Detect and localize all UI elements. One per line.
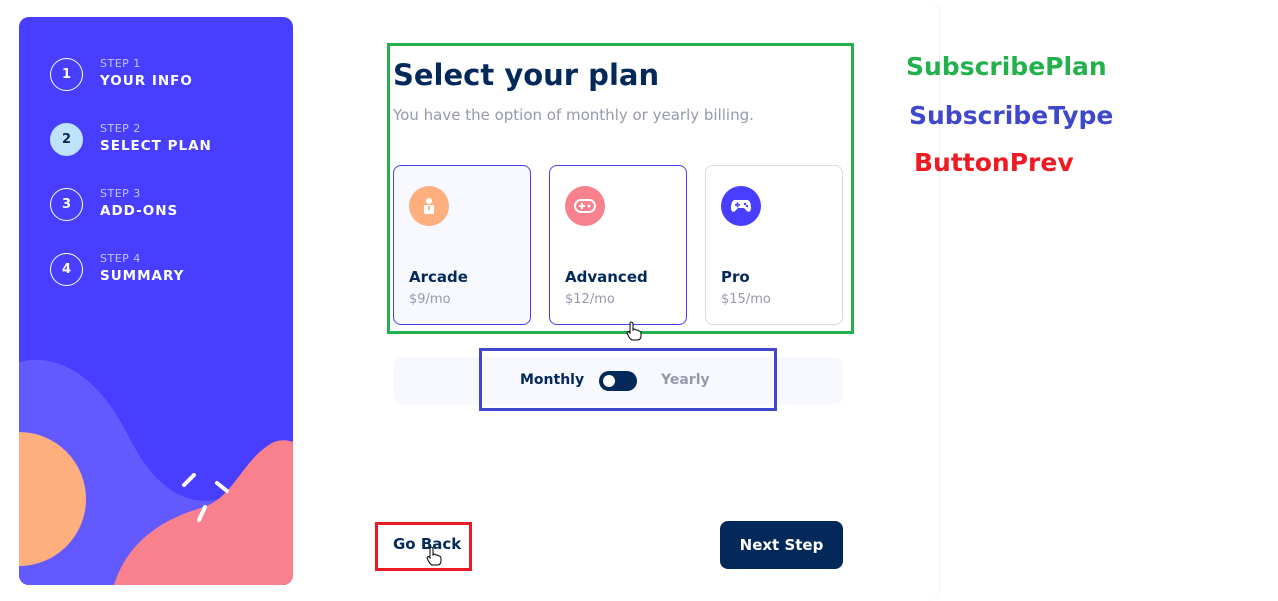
- step-number-badge: 2: [50, 123, 83, 156]
- step-number-badge: 4: [50, 253, 83, 286]
- annotation-label-subscribe-plan: SubscribePlan: [906, 52, 1107, 81]
- hand-cursor-icon: [626, 321, 642, 341]
- step-title: ADD-ONS: [100, 203, 179, 219]
- sidebar-step-2[interactable]: 2 STEP 2 SELECT PLAN: [50, 121, 280, 161]
- sidebar: 1 STEP 1 YOUR INFO 2 STEP 2 SELECT PLAN …: [19, 17, 293, 585]
- annotation-box-button-prev: [375, 522, 472, 571]
- next-step-button[interactable]: Next Step: [720, 521, 843, 569]
- step-number-badge: 3: [50, 188, 83, 221]
- step-number-badge: 1: [50, 58, 83, 91]
- step-sub-label: STEP 4: [100, 252, 141, 265]
- step-sub-label: STEP 2: [100, 122, 141, 135]
- step-sub-label: STEP 3: [100, 187, 141, 200]
- annotation-label-button-prev: ButtonPrev: [914, 148, 1074, 177]
- step-title: YOUR INFO: [100, 73, 193, 89]
- sidebar-step-3[interactable]: 3 STEP 3 ADD-ONS: [50, 186, 280, 226]
- step-title: SELECT PLAN: [100, 138, 212, 154]
- sidebar-step-1[interactable]: 1 STEP 1 YOUR INFO: [50, 56, 280, 96]
- annotation-label-subscribe-type: SubscribeType: [909, 101, 1114, 130]
- sidebar-step-4[interactable]: 4 STEP 4 SUMMARY: [50, 251, 280, 291]
- sidebar-decoration: [19, 359, 293, 585]
- step-sub-label: STEP 1: [100, 57, 141, 70]
- hand-cursor-icon: [426, 546, 442, 566]
- annotation-box-subscribe-type: [479, 348, 777, 411]
- annotation-box-subscribe-plan: [387, 43, 854, 334]
- step-title: SUMMARY: [100, 268, 185, 284]
